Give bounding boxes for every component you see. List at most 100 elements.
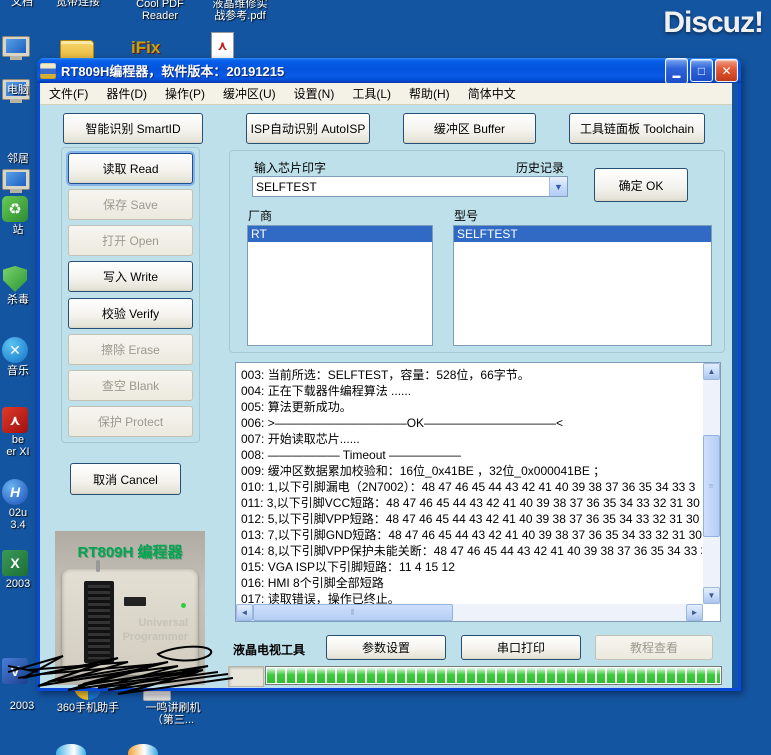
desktop-icon-excel[interactable]: X xyxy=(2,550,28,576)
isp-connector xyxy=(124,597,146,606)
verify-button[interactable]: 校验 Verify xyxy=(68,297,193,329)
close-button[interactable]: ✕ xyxy=(715,59,738,82)
title-bar[interactable]: RT809H编程器，软件版本：20191215 ▬ □ ✕ xyxy=(37,57,741,84)
manufacturer-list[interactable]: RT xyxy=(247,225,433,346)
vscroll-thumb[interactable]: ≡ xyxy=(703,435,720,537)
desktop-icon-network[interactable] xyxy=(2,169,30,193)
desktop-icon-h-tool[interactable]: H xyxy=(2,479,28,505)
chevron-down-icon[interactable]: ▼ xyxy=(549,177,567,196)
menu-item-buffer[interactable]: 缓冲区(U) xyxy=(214,83,285,104)
desktop-icon-music-label[interactable]: 音乐 xyxy=(0,365,36,377)
log-vscrollbar[interactable]: ▲ ≡ ▼ xyxy=(703,363,720,604)
buffer-button[interactable]: 缓冲区 Buffer xyxy=(403,113,536,144)
model-list[interactable]: SELFTEST xyxy=(453,225,712,346)
desktop-icon-recycle[interactable]: ♻ xyxy=(2,196,28,222)
menu-item-language[interactable]: 简体中文 xyxy=(459,83,525,104)
desktop-icon-music[interactable]: ✕ xyxy=(2,337,28,363)
computer-icon[interactable] xyxy=(2,36,30,60)
desktop-icon-doc-label[interactable]: 文档 xyxy=(2,0,42,8)
desktop-icon-antivirus[interactable] xyxy=(3,266,27,292)
log-line: 013: 7,以下引脚GND短路：48 47 46 45 44 43 42 41… xyxy=(241,528,702,542)
menu-item-help[interactable]: 帮助(H) xyxy=(400,83,459,104)
desktop-icon-lcd-pdf-label[interactable]: 液晶维修实 战参考.pdf xyxy=(205,0,275,22)
protect-button[interactable]: 保护 Protect xyxy=(68,405,193,437)
log-line: 006: >———————————OK———————————< xyxy=(241,416,564,430)
log-line: 010: 1,以下引脚漏电（2N7002）：48 47 46 45 44 43 … xyxy=(241,480,696,494)
param-settings-button[interactable]: 参数设置 xyxy=(326,635,446,660)
save-button[interactable]: 保存 Save xyxy=(68,189,193,221)
model-list-item[interactable]: SELFTEST xyxy=(454,226,711,242)
desktop-icon-recycle-label[interactable]: 站 xyxy=(0,224,36,236)
write-button[interactable]: 写入 Write xyxy=(68,261,193,293)
log-area[interactable]: 003: 当前所选：SELFTEST，容量：528位，66字节。 004: 正在… xyxy=(235,362,721,622)
discuz-logo: Discuz! xyxy=(663,6,764,39)
log-line: 014: 8,以下引脚VPP保护未能关断：48 47 46 45 44 43 4… xyxy=(241,544,702,558)
log-line: 016: HMI 8个引脚全部短路 xyxy=(241,576,384,590)
minimize-button[interactable]: ▬ xyxy=(665,57,688,84)
read-button[interactable]: 读取 Read xyxy=(68,153,193,184)
scroll-right-icon[interactable]: ► xyxy=(686,604,703,621)
desktop-icon-computer-label[interactable]: 电脑 xyxy=(0,84,36,96)
desktop-icon-h-tool-label[interactable]: 02u 3.4 xyxy=(0,507,36,531)
smart-id-button[interactable]: 智能识别 SmartID xyxy=(63,113,203,144)
menu-item-operation[interactable]: 操作(P) xyxy=(156,83,214,104)
scroll-up-icon[interactable]: ▲ xyxy=(703,363,720,380)
log-line: 008: —————— Timeout —————— xyxy=(241,448,462,462)
censor-scribble xyxy=(8,645,234,695)
progress-fill xyxy=(267,668,720,683)
window-title: RT809H编程器，软件版本：20191215 xyxy=(61,64,285,79)
erase-button[interactable]: 擦除 Erase xyxy=(68,333,193,365)
chip-input[interactable] xyxy=(253,177,549,196)
desktop-icon-adobe-reader[interactable]: ⋏ xyxy=(2,407,28,433)
vscroll-grip: ≡ xyxy=(708,481,715,491)
menu-item-tools[interactable]: 工具(L) xyxy=(343,83,400,104)
tutorial-button[interactable]: 教程查看 xyxy=(595,635,713,660)
progress-bar xyxy=(265,666,722,685)
open-button[interactable]: 打开 Open xyxy=(68,225,193,257)
hscroll-grip: ⦀ xyxy=(350,607,356,617)
pdf-icon[interactable]: ⋏ xyxy=(211,32,234,59)
log-hscrollbar[interactable]: ◄ ⦀ ► xyxy=(236,604,703,621)
log-line: 009: 缓冲区数据累加校验和：16位_0x41BE ，32位_0x000041… xyxy=(241,464,606,478)
desktop-icon-broadband-label[interactable]: 宽带连接 xyxy=(38,0,118,8)
auto-isp-button[interactable]: ISP自动识别 AutoISP xyxy=(246,113,370,144)
manufacturer-list-item[interactable]: RT xyxy=(248,226,432,242)
chip-input-combo[interactable]: ▼ xyxy=(252,176,568,197)
scroll-left-icon[interactable]: ◄ xyxy=(236,604,253,621)
ifix-icon[interactable]: iFix xyxy=(131,38,160,58)
cancel-button[interactable]: 取消 Cancel xyxy=(70,463,181,495)
maximize-button[interactable]: □ xyxy=(690,59,713,82)
desktop-icon-coolpdf-label[interactable]: Cool PDF Reader xyxy=(125,0,195,22)
log-line: 004: 正在下载器件编程算法 ...... xyxy=(241,384,412,398)
lcd-tools-label: 液晶电视工具 xyxy=(233,643,306,657)
log-line: 011: 3,以下引脚VCC短路：48 47 46 45 44 43 42 41… xyxy=(241,496,702,510)
model-label: 型号 xyxy=(454,209,479,223)
log-line: 003: 当前所选：SELFTEST，容量：528位，66字节。 xyxy=(241,368,530,382)
desktop-icon-flash-tutorial-label[interactable]: 一鸣讲刷机 （第三... xyxy=(128,702,218,726)
manufacturer-label: 厂商 xyxy=(248,209,273,223)
hscroll-thumb[interactable]: ⦀ xyxy=(253,604,453,621)
desktop-icon-partial-1[interactable] xyxy=(56,744,86,755)
chip-select-group: 输入芯片印字 历史记录 ▼ 确定 OK 厂商 型号 RT SELFTEST xyxy=(229,150,725,353)
desktop-icon-antivirus-label[interactable]: 杀毒 xyxy=(0,294,36,306)
chip-input-label: 输入芯片印字 xyxy=(254,161,327,175)
serial-print-button[interactable]: 串口打印 xyxy=(461,635,581,660)
scroll-down-icon[interactable]: ▼ xyxy=(703,587,720,604)
device-text-1: Universal xyxy=(138,617,188,629)
desktop-icon-partial-2[interactable] xyxy=(128,744,158,755)
desktop-icon-adobe-reader-label[interactable]: be er XI xyxy=(0,434,36,458)
desktop-icon-360-assistant-label[interactable]: 360手机助手 xyxy=(38,702,138,714)
blank-button[interactable]: 查空 Blank xyxy=(68,369,193,401)
log-text[interactable]: 003: 当前所选：SELFTEST，容量：528位，66字节。 004: 正在… xyxy=(236,363,702,604)
desktop-icon-network-label[interactable]: 邻居 xyxy=(0,153,36,165)
menu-item-settings[interactable]: 设置(N) xyxy=(285,83,344,104)
log-line: 012: 5,以下引脚VPP短路：48 47 46 45 44 43 42 41… xyxy=(241,512,702,526)
device-text-2: Programmer xyxy=(122,631,188,643)
status-led xyxy=(181,603,186,608)
desktop-icon-excel-label[interactable]: 2003 xyxy=(0,578,36,590)
ok-button[interactable]: 确定 OK xyxy=(594,168,688,202)
operation-buttons-group: 读取 Read 保存 Save 打开 Open 写入 Write 校验 Veri… xyxy=(61,147,200,443)
toolchain-button[interactable]: 工具链面板 Toolchain xyxy=(569,113,705,144)
menu-item-device[interactable]: 器件(D) xyxy=(97,83,156,104)
menu-item-file[interactable]: 文件(F) xyxy=(40,83,97,104)
